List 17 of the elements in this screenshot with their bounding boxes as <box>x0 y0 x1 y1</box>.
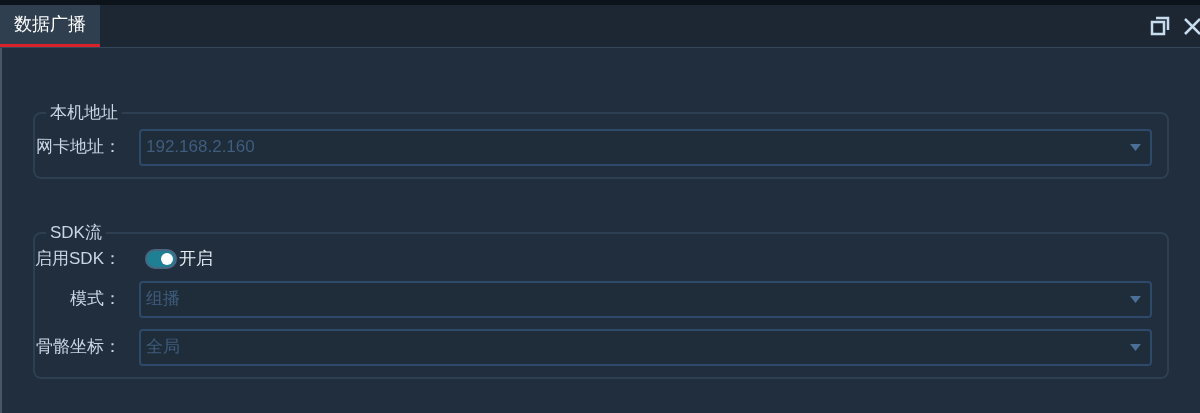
dropdown-caret-icon <box>1130 143 1141 151</box>
group-title: SDK流 <box>49 223 103 243</box>
tab[interactable]: 数据广播 <box>0 5 100 47</box>
dropdown-field[interactable]: 组播 <box>139 280 1152 318</box>
switch-label: 开启 <box>179 248 213 271</box>
close-icon[interactable] <box>1184 16 1200 36</box>
restore-icon[interactable] <box>1150 16 1170 36</box>
dropdown-field[interactable]: 全局 <box>139 328 1152 366</box>
dropdown-field[interactable]: 192.168.2.160 <box>139 128 1152 166</box>
field-label: 启用SDK： <box>35 248 122 271</box>
group-title: 本机地址 <box>49 103 119 123</box>
field-label: 模式： <box>69 288 122 311</box>
field-label: 网卡地址： <box>35 136 122 159</box>
dropdown-caret-icon <box>1130 295 1141 303</box>
dropdown-caret-icon <box>1130 343 1141 351</box>
field-label: 骨骼坐标： <box>35 336 122 359</box>
toggle-switch[interactable] <box>145 249 177 269</box>
